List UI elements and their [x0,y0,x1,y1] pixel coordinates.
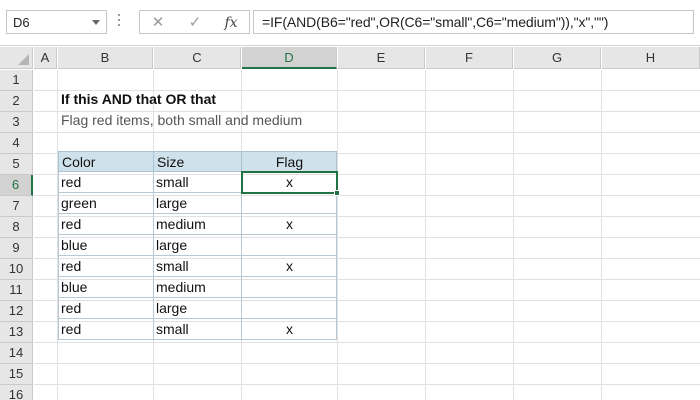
row-header-11[interactable]: 11 [0,280,33,301]
table-header-row: Color Size Flag [58,151,337,172]
column-divider [153,172,154,192]
column-header-f[interactable]: F [426,47,513,69]
gridline [34,363,700,364]
column-divider [241,277,242,297]
row-header-8[interactable]: 8 [0,217,33,238]
column-divider [153,319,154,339]
cell-size[interactable]: large [156,237,187,253]
chevron-down-icon[interactable] [92,20,100,25]
column-divider [241,193,242,213]
name-box-value: D6 [13,15,30,30]
column-divider [241,298,242,318]
table-row: red large [58,298,337,319]
column-divider [241,235,242,255]
cell-flag[interactable]: x [242,321,337,337]
formula-input[interactable]: =IF(AND(B6="red",OR(C6="small",C6="mediu… [253,10,694,34]
cell-color[interactable]: red [61,300,81,316]
column-header-g[interactable]: G [514,47,601,69]
gridline [601,70,602,400]
row-header-10[interactable]: 10 [0,259,33,280]
row-header-14[interactable]: 14 [0,343,33,364]
select-all-icon [18,54,29,65]
cell-color[interactable]: red [61,321,81,337]
row-header-15[interactable]: 15 [0,364,33,385]
column-header-c[interactable]: C [154,47,241,69]
fill-handle[interactable] [334,190,340,196]
name-box[interactable]: D6 [6,10,107,34]
row-header-5[interactable]: 5 [0,154,33,175]
table-row: green large [58,193,337,214]
gridline [34,384,700,385]
table-row: red small x [58,319,337,340]
column-divider [153,214,154,234]
row-header-3[interactable]: 3 [0,112,33,133]
active-cell-selection[interactable] [241,171,340,196]
column-header-e[interactable]: E [338,47,425,69]
column-header-a[interactable]: A [34,47,57,69]
column-divider [153,193,154,213]
table-row: blue medium [58,277,337,298]
column-divider [153,277,154,297]
check-icon[interactable]: ✓ [185,14,205,32]
row-header-9[interactable]: 9 [0,238,33,259]
cell-size[interactable]: small [156,321,189,337]
column-header-h[interactable]: H [602,47,700,69]
sheet-subtitle: Flag red items, both small and medium [61,112,303,128]
formula-bar: D6 ✕ ✓ fx =IF(AND(B6="red",OR(C6="small"… [0,0,700,46]
cell-flag[interactable]: x [242,216,337,232]
row-header-7[interactable]: 7 [0,196,33,217]
header-color[interactable]: Color [62,154,95,170]
column-header-d[interactable]: D [242,47,337,69]
header-size[interactable]: Size [157,154,184,170]
gridline [425,70,426,400]
header-flag[interactable]: Flag [242,154,337,170]
gridline [337,70,338,400]
cell-color[interactable]: blue [61,237,87,253]
row-header-13[interactable]: 13 [0,322,33,343]
row-header-1[interactable]: 1 [0,70,33,91]
cell-color[interactable]: blue [61,279,87,295]
cancel-icon[interactable]: ✕ [148,14,168,32]
gridline [513,70,514,400]
row-header-6[interactable]: 6 [0,175,33,196]
cell-color[interactable]: red [61,174,81,190]
row-header-4[interactable]: 4 [0,133,33,154]
formula-buttons: ✕ ✓ fx [139,10,250,34]
cell-size[interactable]: medium [156,216,206,232]
gridline [34,132,700,133]
row-header-2[interactable]: 2 [0,91,33,112]
select-all-button[interactable] [0,47,33,69]
cell-color[interactable]: red [61,216,81,232]
cell-size[interactable]: small [156,258,189,274]
row-header-12[interactable]: 12 [0,301,33,322]
cell-color[interactable]: green [61,195,97,211]
table-row: red small x [58,256,337,277]
drag-handle-icon[interactable] [118,14,121,32]
cell-flag[interactable]: x [242,258,337,274]
column-divider [153,256,154,276]
table-row: blue large [58,235,337,256]
column-divider [153,152,154,171]
gridline [34,342,700,343]
cell-size[interactable]: small [156,174,189,190]
formula-text: =IF(AND(B6="red",OR(C6="small",C6="mediu… [262,14,609,30]
cell-size[interactable]: medium [156,279,206,295]
sheet-title: If this AND that OR that [61,91,217,107]
cell-size[interactable]: large [156,195,187,211]
cell-size[interactable]: large [156,300,187,316]
column-divider [153,298,154,318]
row-header-16[interactable]: 16 [0,385,33,400]
column-header-b[interactable]: B [58,47,153,69]
cell-color[interactable]: red [61,258,81,274]
column-divider [153,235,154,255]
insert-function-icon[interactable]: fx [221,14,241,32]
table-row: red medium x [58,214,337,235]
